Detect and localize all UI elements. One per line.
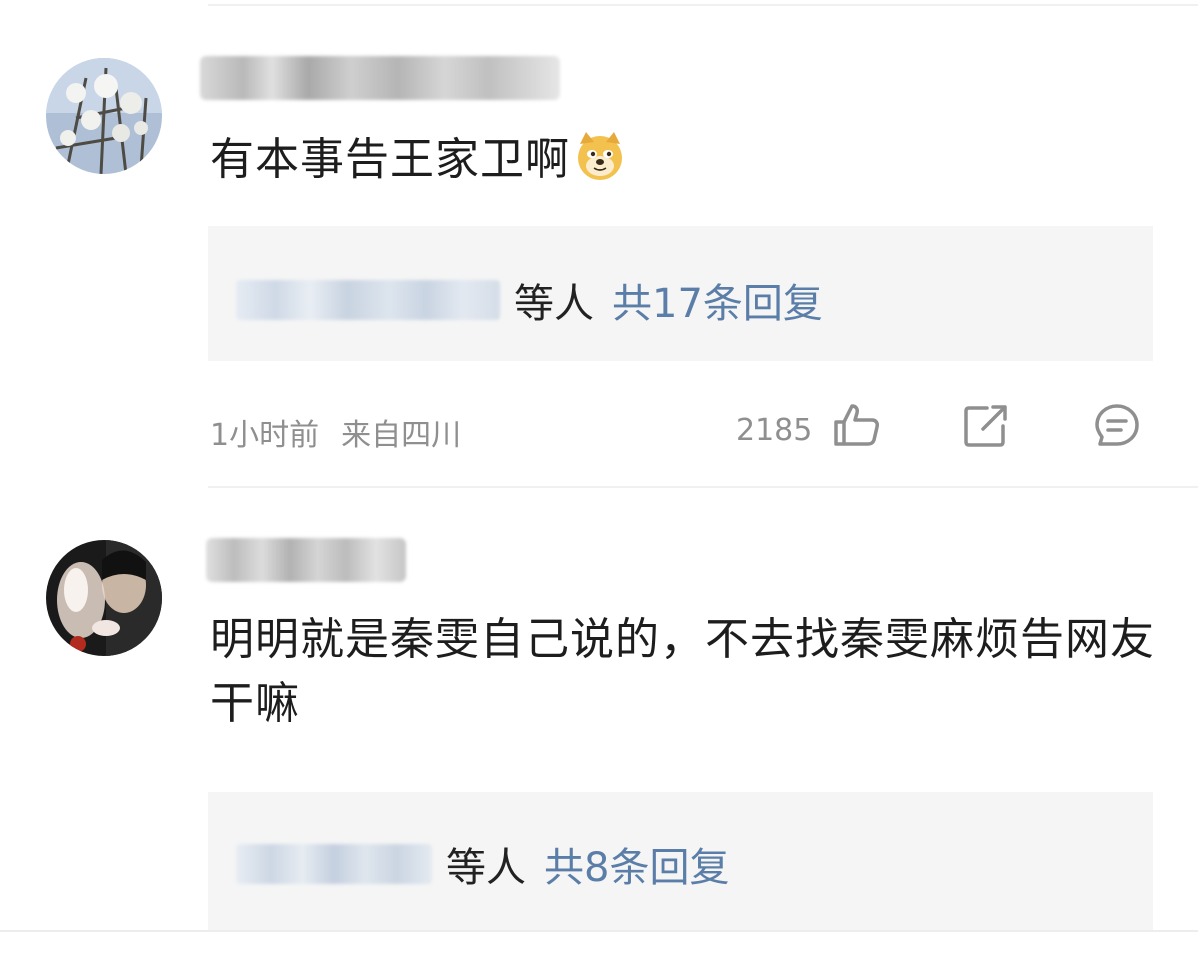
reply-count-link[interactable]: 共17条回复 — [612, 271, 823, 329]
comment-meta: 1小时前 来自四川 — [210, 410, 461, 454]
comment-text: 明明就是秦雯自己说的，不去找秦雯麻烦告网友干嘛 — [210, 608, 1170, 736]
comment-icon[interactable] — [1094, 403, 1140, 453]
comment-time: 1小时前 — [210, 418, 320, 453]
thumbs-up-icon[interactable] — [832, 402, 880, 452]
reply-summary: 等人 共8条回复 — [236, 834, 729, 894]
divider — [0, 930, 1198, 932]
comment-body: 明明就是秦雯自己说的，不去找秦雯麻烦告网友干嘛 — [210, 614, 1155, 729]
username-blurred[interactable] — [200, 56, 560, 100]
comment-body: 有本事告王家卫啊 — [210, 134, 570, 185]
reply-etc-label: 等人 — [514, 281, 594, 327]
comment-location: 来自四川 — [341, 418, 462, 453]
avatar[interactable] — [46, 58, 162, 174]
username-blurred[interactable] — [206, 538, 406, 582]
reply-usernames-blurred — [236, 280, 500, 320]
reply-count-link[interactable]: 共8条回复 — [544, 835, 729, 893]
share-icon[interactable] — [963, 404, 1009, 452]
avatar-image — [46, 58, 162, 174]
divider — [208, 4, 1198, 6]
like-count: 2185 — [736, 413, 813, 448]
avatar-image — [46, 540, 162, 656]
reply-preview-box[interactable]: 等人 共17条回复 — [208, 226, 1153, 361]
reply-etc-label: 等人 — [446, 845, 526, 891]
doge-emoji-icon — [574, 130, 626, 200]
comment-feed: 有本事告王家卫啊 等人 共17条回复 1小时前 来自四川 2185 明明就是秦雯… — [0, 0, 1198, 954]
comment-text: 有本事告王家卫啊 — [210, 128, 1170, 200]
reply-usernames-blurred — [236, 844, 432, 884]
avatar[interactable] — [46, 540, 162, 656]
divider — [208, 486, 1198, 488]
reply-summary: 等人 共17条回复 — [236, 270, 823, 330]
reply-preview-box[interactable]: 等人 共8条回复 — [208, 792, 1153, 930]
